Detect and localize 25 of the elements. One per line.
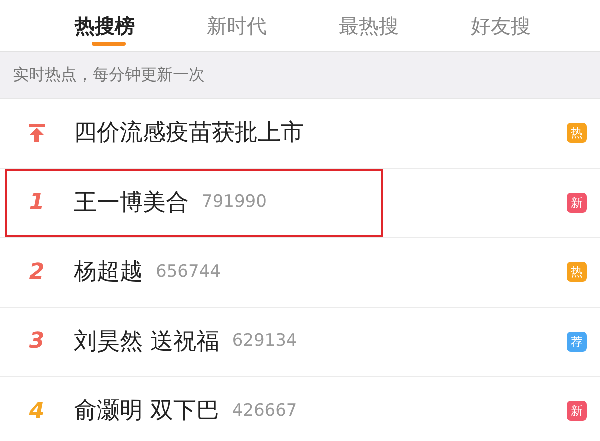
topic-tag: 荐 — [567, 332, 587, 352]
rank-number: 3 — [29, 328, 45, 356]
topic-tag: 新 — [567, 401, 587, 422]
topic-title[interactable]: 刘昊然 送祝福 — [74, 324, 220, 359]
tab[interactable]: 最热搜 — [322, 0, 454, 52]
topic-title[interactable]: 王一博美合 — [74, 186, 189, 220]
tab[interactable]: 热搜榜 — [58, 0, 190, 52]
topic-title[interactable]: 四价流感疫苗获批上市 — [74, 116, 304, 150]
tab[interactable]: 新时代 — [190, 0, 322, 52]
topic-title[interactable]: 俞灏明 双下巴 — [74, 394, 220, 428]
rank-number: 1 — [29, 189, 45, 218]
topic-tag: 热 — [567, 123, 587, 144]
topic-title[interactable]: 杨超越 — [74, 255, 143, 290]
tab[interactable]: 好友搜 — [454, 0, 586, 52]
active-tab-indicator — [92, 42, 126, 46]
rank-number: 4 — [29, 398, 45, 426]
rank-number: 2 — [29, 258, 45, 287]
pin-top-icon — [29, 124, 45, 142]
search-count: 656744 — [156, 260, 221, 284]
topic-tag: 热 — [567, 262, 587, 282]
notice-text: 实时热点，每分钟更新一次 — [13, 64, 205, 86]
topic-tag: 新 — [567, 192, 587, 213]
search-count: 629134 — [232, 330, 298, 353]
search-count: 426667 — [232, 400, 298, 422]
search-count: 791990 — [202, 191, 267, 214]
